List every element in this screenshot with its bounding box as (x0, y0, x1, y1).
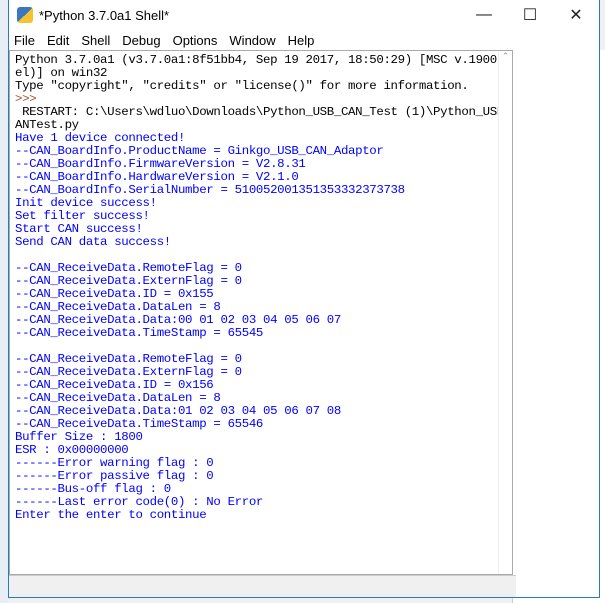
python-app-icon (17, 7, 33, 23)
shell-line: --CAN_ReceiveData.TimeStamp = 65545 (15, 326, 263, 340)
vertical-scrollbar[interactable]: ⌃ (498, 51, 512, 574)
menu-bar: File Edit Shell Debug Options Window Help (9, 30, 599, 50)
shell-line: Send CAN data success! (15, 235, 171, 249)
shell-line: RESTART: C:\Users\wdluo\Downloads\Python… (22, 105, 512, 119)
close-button[interactable]: ✕ (553, 5, 599, 25)
menu-window[interactable]: Window (229, 33, 275, 48)
status-bar (9, 575, 516, 597)
menu-shell[interactable]: Shell (81, 33, 110, 48)
shell-line: Enter the enter to continue (15, 508, 207, 522)
scroll-up-icon[interactable]: ⌃ (499, 51, 512, 62)
menu-edit[interactable]: Edit (47, 33, 69, 48)
window-title: *Python 3.7.0a1 Shell* (39, 7, 170, 23)
idle-shell-window: *Python 3.7.0a1 Shell* — ☐ ✕ File Edit She… (8, 0, 600, 598)
minimize-button[interactable]: — (461, 6, 507, 24)
menu-file[interactable]: File (14, 33, 35, 48)
menu-help[interactable]: Help (288, 33, 315, 48)
shell-text: Python 3.7.0a1 (v3.7.0a1:8f51bb4, Sep 19… (15, 54, 512, 522)
menu-debug[interactable]: Debug (122, 33, 160, 48)
maximize-button[interactable]: ☐ (507, 5, 553, 25)
menu-options[interactable]: Options (173, 33, 218, 48)
shell-line: Type "copyright", "credits" or "license(… (15, 79, 469, 93)
title-bar: *Python 3.7.0a1 Shell* — ☐ ✕ (9, 0, 599, 30)
shell-output-area[interactable]: Python 3.7.0a1 (v3.7.0a1:8f51bb4, Sep 19… (9, 50, 513, 575)
